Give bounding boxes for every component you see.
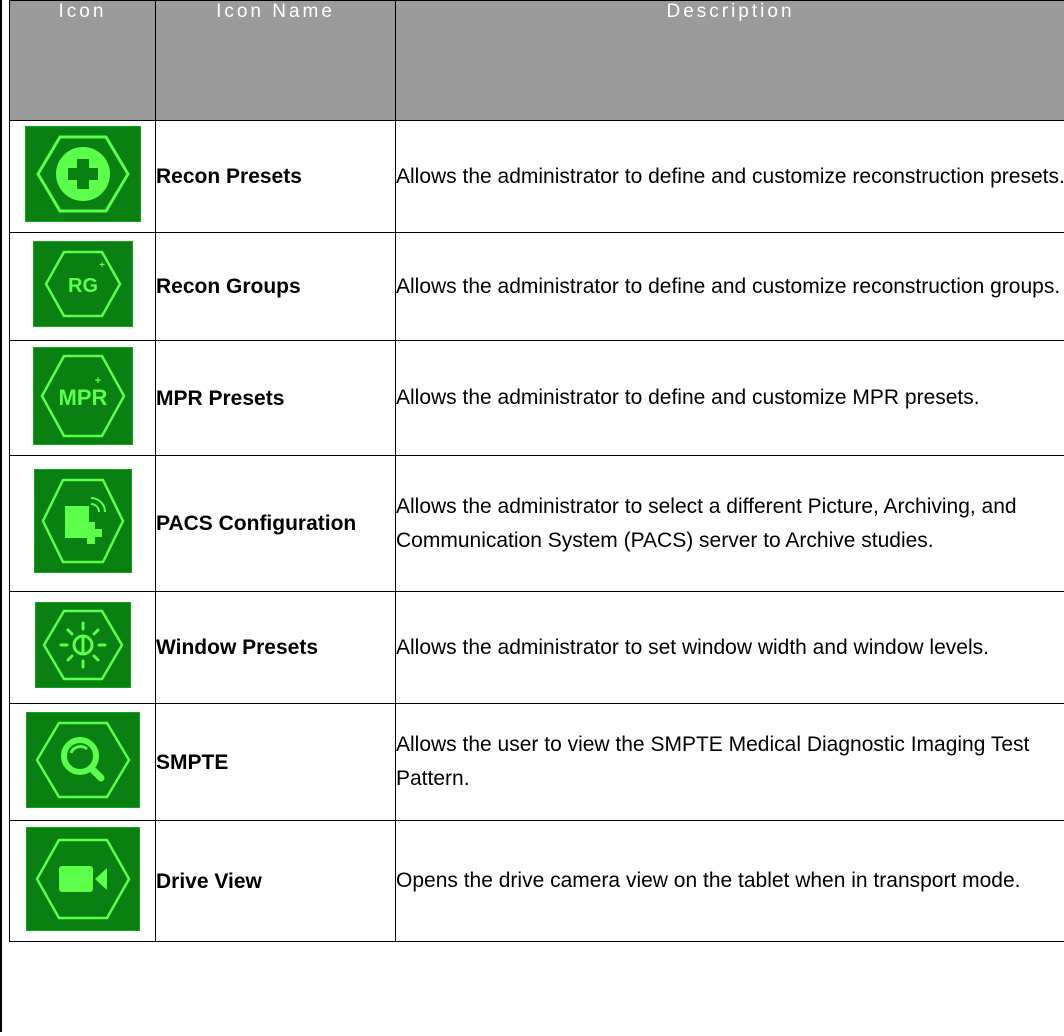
- mpr-presets-icon: MPR +: [32, 346, 133, 445]
- icon-reference-table: Icon Icon Name Description Recon Presets…: [9, 0, 1064, 942]
- icon-description: Allows the user to view the SMPTE Medica…: [395, 703, 1064, 821]
- window-presets-sun-icon: [34, 602, 131, 688]
- icon-cell: RG +: [9, 232, 156, 341]
- recon-groups-rg-icon: RG +: [32, 241, 133, 327]
- icon-cell: [9, 120, 156, 233]
- table-row: Window Presets Allows the administrator …: [9, 591, 1064, 704]
- icon-cell: [9, 455, 156, 592]
- icon-description: Allows the administrator to define and c…: [395, 232, 1064, 341]
- icon-name: SMPTE: [155, 703, 396, 821]
- table-row: SMPTE Allows the user to view the SMPTE …: [9, 703, 1064, 821]
- drive-view-camera-icon: [25, 826, 140, 931]
- rg-icon-text: RG: [68, 275, 98, 297]
- table-header-row: Icon Icon Name Description: [9, 0, 1064, 121]
- icon-cell: MPR +: [9, 340, 156, 456]
- svg-text:+: +: [94, 375, 100, 387]
- icon-name: Drive View: [155, 820, 396, 942]
- table-row: RG + Recon Groups Allows the administrat…: [9, 232, 1064, 341]
- icon-cell: [9, 703, 156, 821]
- icon-name: Recon Groups: [155, 232, 396, 341]
- icon-name: PACS Configuration: [155, 455, 396, 592]
- icon-description: Opens the drive camera view on the table…: [395, 820, 1064, 942]
- mpr-icon-text: MPR: [58, 385, 107, 410]
- table-row: MPR + MPR Presets Allows the administrat…: [9, 340, 1064, 456]
- icon-name: MPR Presets: [155, 340, 396, 456]
- table-row: Drive View Opens the drive camera view o…: [9, 820, 1064, 942]
- header-icon-name: Icon Name: [155, 0, 396, 121]
- svg-text:+: +: [99, 260, 105, 271]
- icon-description: Allows the administrator to select a dif…: [395, 455, 1064, 592]
- document-page: Icon Icon Name Description Recon Presets…: [0, 0, 1064, 1036]
- icon-description: Allows the administrator to set window w…: [395, 591, 1064, 704]
- icon-description: Allows the administrator to define and c…: [395, 120, 1064, 233]
- pacs-configuration-icon: [33, 469, 132, 573]
- icon-cell: [9, 820, 156, 942]
- smpte-magnifier-icon: [25, 711, 140, 808]
- icon-cell: [9, 591, 156, 704]
- table-row: PACS Configuration Allows the administra…: [9, 455, 1064, 592]
- icon-name: Recon Presets: [155, 120, 396, 233]
- left-border-line: [0, 0, 2, 1032]
- header-description: Description: [395, 0, 1064, 121]
- icon-name: Window Presets: [155, 591, 396, 704]
- recon-presets-plus-icon: [24, 126, 141, 222]
- icon-description: Allows the administrator to define and c…: [395, 340, 1064, 456]
- header-icon: Icon: [9, 0, 156, 121]
- table-row: Recon Presets Allows the administrator t…: [9, 120, 1064, 233]
